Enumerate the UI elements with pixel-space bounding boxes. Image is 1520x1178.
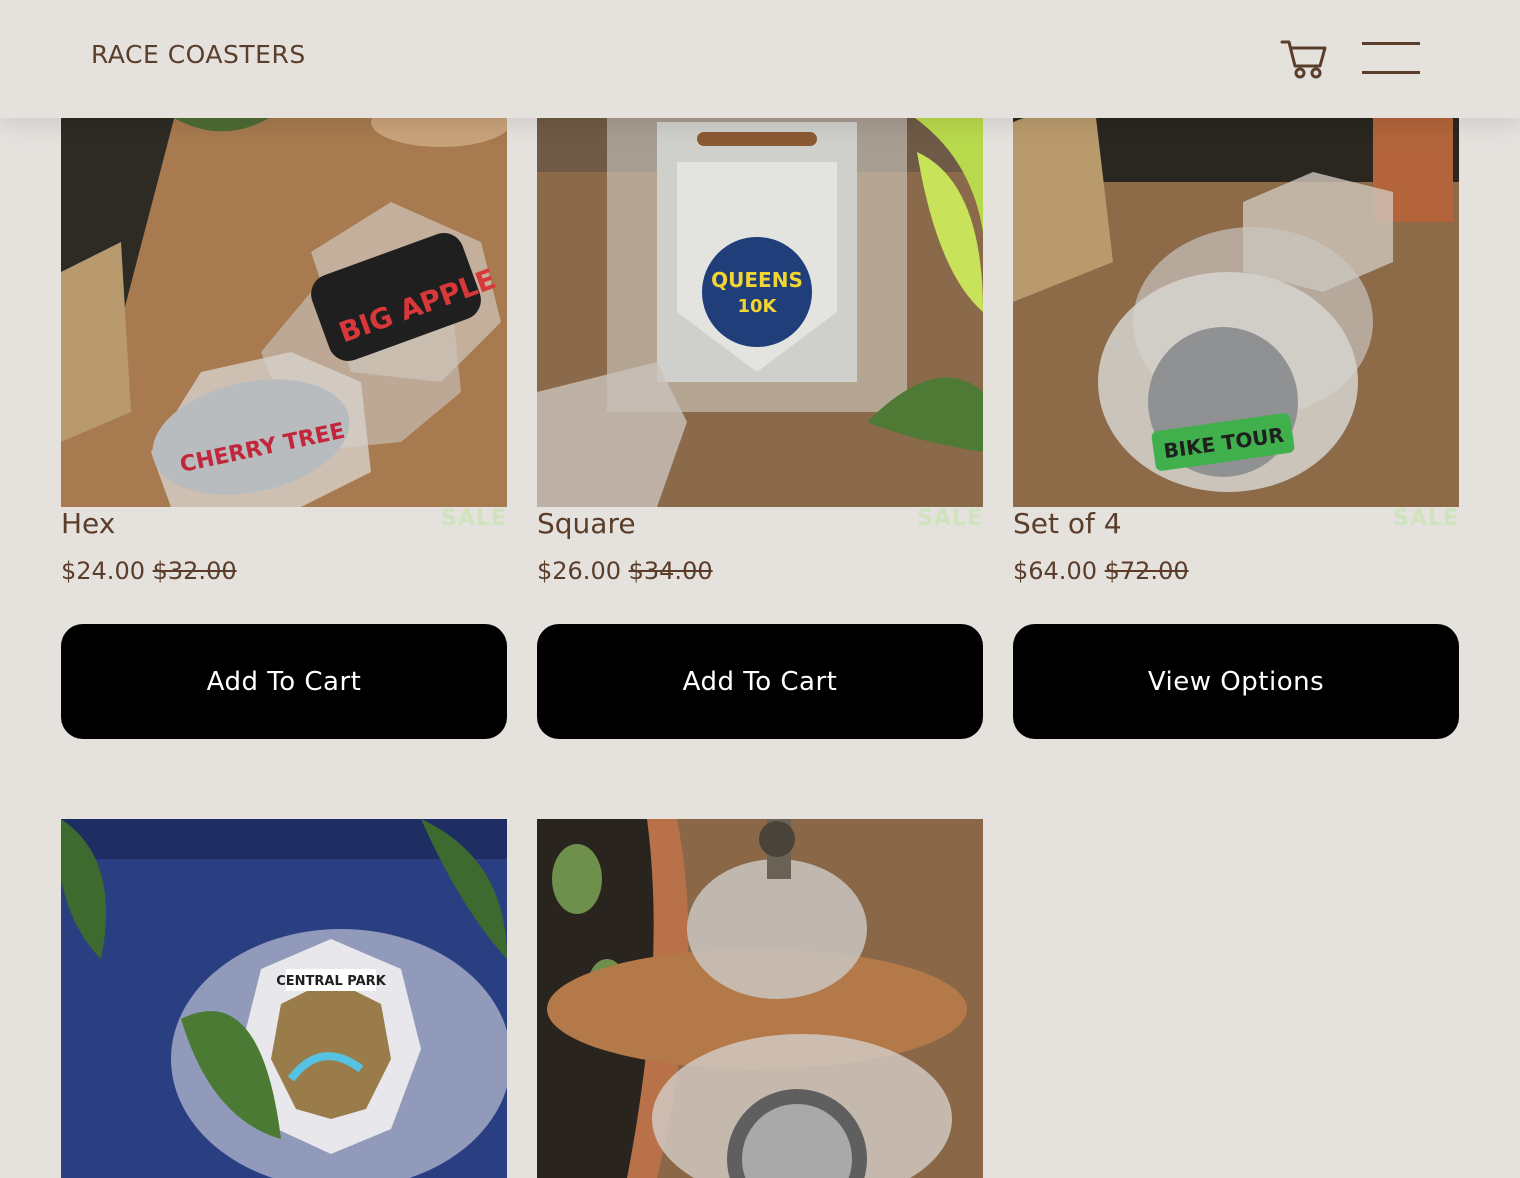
brand-logo[interactable]: RACE COASTERS	[91, 40, 306, 69]
product-card-square: QUEENS 10K Square SALE $26.00 $34.00 Add…	[537, 92, 983, 772]
add-to-cart-button[interactable]: Add To Cart	[61, 624, 507, 739]
site-header: RACE COASTERS	[0, 0, 1520, 118]
shopping-cart-icon[interactable]	[1280, 36, 1328, 80]
original-price: $32.00	[152, 557, 237, 585]
product-title[interactable]: Hex	[61, 507, 115, 540]
product-image-5[interactable]	[537, 819, 983, 1178]
product-card-hex: BIG APPLE CHERRY TREE Hex SALE $24.00 $3…	[61, 92, 507, 772]
original-price: $34.00	[628, 557, 713, 585]
product-card-set-of-4: BIKE TOUR Set of 4 SALE $64.00 $72.00 Vi…	[1013, 92, 1459, 772]
price-row: $24.00 $32.00	[61, 557, 237, 585]
view-options-button[interactable]: View Options	[1013, 624, 1459, 739]
sale-price: $64.00	[1013, 557, 1097, 585]
product-image-square[interactable]: QUEENS 10K	[537, 92, 983, 507]
sale-badge: SALE	[917, 506, 983, 531]
hamburger-menu-icon[interactable]	[1362, 40, 1420, 76]
menu-line	[1362, 71, 1420, 74]
sale-price: $26.00	[537, 557, 621, 585]
sale-badge: SALE	[1393, 506, 1459, 531]
price-row: $64.00 $72.00	[1013, 557, 1189, 585]
svg-text:10K: 10K	[738, 296, 778, 317]
svg-text:CENTRAL PARK: CENTRAL PARK	[276, 974, 386, 989]
sale-price: $24.00	[61, 557, 145, 585]
sale-badge: SALE	[441, 506, 507, 531]
product-title[interactable]: Square	[537, 507, 636, 540]
menu-line	[1362, 42, 1420, 45]
svg-text:QUEENS: QUEENS	[711, 268, 803, 292]
add-to-cart-button[interactable]: Add To Cart	[537, 624, 983, 739]
original-price: $72.00	[1104, 557, 1189, 585]
product-card-4: CENTRAL PARK	[61, 819, 507, 1178]
product-image-4[interactable]: CENTRAL PARK	[61, 819, 507, 1178]
price-row: $26.00 $34.00	[537, 557, 713, 585]
product-grid: BIG APPLE CHERRY TREE Hex SALE $24.00 $3…	[0, 0, 1520, 1178]
product-title[interactable]: Set of 4	[1013, 507, 1122, 540]
product-card-5	[537, 819, 983, 1178]
product-image-set-of-4[interactable]: BIKE TOUR	[1013, 92, 1459, 507]
product-image-hex[interactable]: BIG APPLE CHERRY TREE	[61, 92, 507, 507]
